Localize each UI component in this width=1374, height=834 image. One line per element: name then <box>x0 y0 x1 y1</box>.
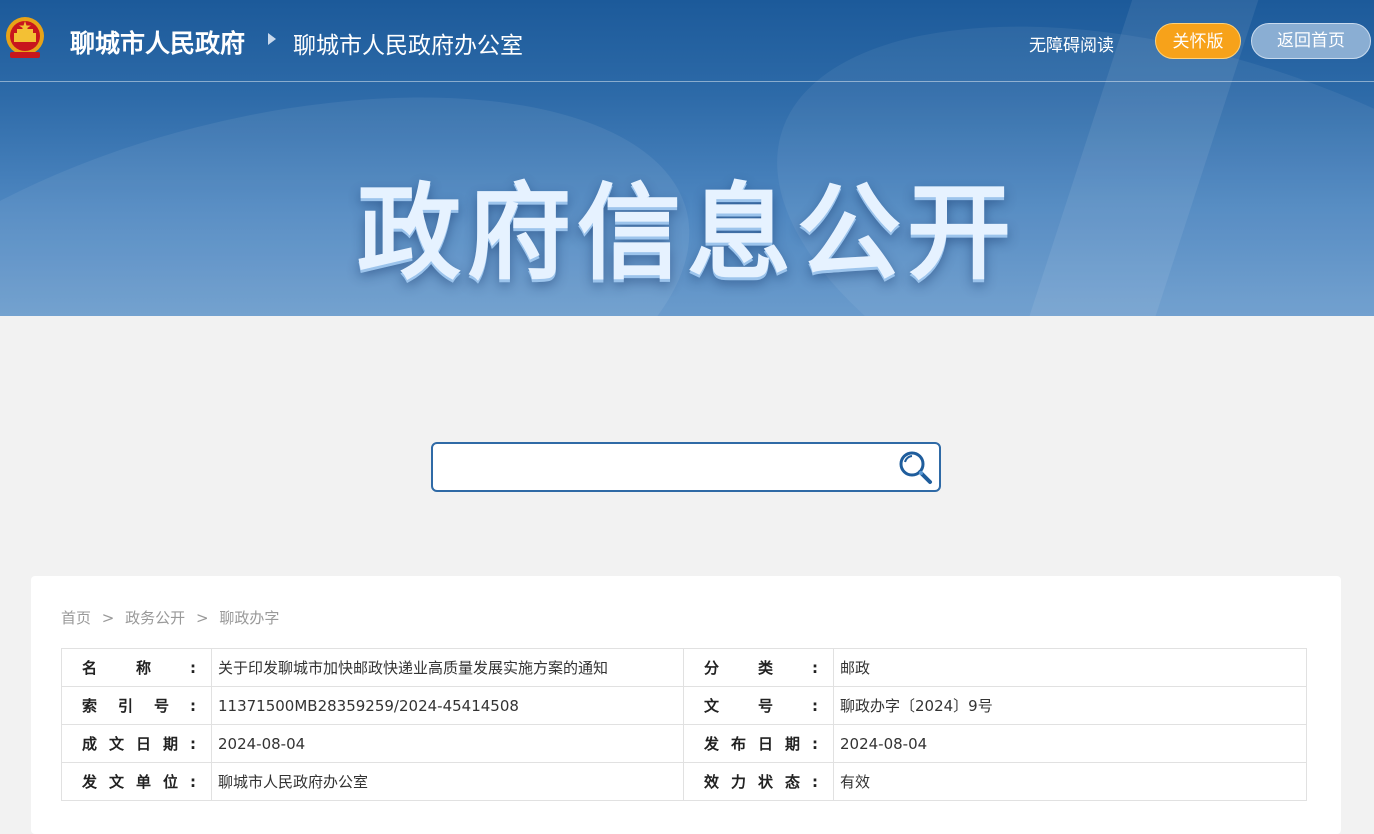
breadcrumb-separator: > <box>101 609 115 627</box>
page-title: 政府信息公开 <box>356 172 1017 294</box>
validity-status-value: 有效 <box>833 762 1307 801</box>
category-value: 邮政 <box>833 648 1307 687</box>
created-date-label: 成文日期: <box>61 724 212 763</box>
return-home-button[interactable]: 返回首页 <box>1251 23 1371 59</box>
breadcrumb-home[interactable]: 首页 <box>61 609 91 627</box>
search-input[interactable] <box>441 450 885 486</box>
issuer-value: 聊城市人民政府办公室 <box>211 762 684 801</box>
breadcrumb-document-type[interactable]: 聊政办字 <box>219 609 279 627</box>
table-row: 成文日期: 2024-08-04 发布日期: 2024-08-04 <box>61 724 1307 763</box>
table-row: 发文单位: 聊城市人民政府办公室 效力状态: 有效 <box>61 762 1307 801</box>
name-value: 关于印发聊城市加快邮政快递业高质量发展实施方案的通知 <box>211 648 684 687</box>
published-date-label: 发布日期: <box>683 724 834 763</box>
table-row: 名称: 关于印发聊城市加快邮政快递业高质量发展实施方案的通知 分类: 邮政 <box>61 648 1307 687</box>
national-emblem-icon[interactable] <box>4 16 46 60</box>
document-info-card: 首页 > 政务公开 > 聊政办字 名称: 关于印发聊城市加快邮政快递业高质量发展… <box>31 576 1341 834</box>
index-label: 索引号: <box>61 686 212 725</box>
table-row: 索引号: 11371500MB28359259/2024-45414508 文号… <box>61 686 1307 725</box>
office-name-link[interactable]: 聊城市人民政府办公室 <box>293 26 523 60</box>
site-name-link[interactable]: 聊城市人民政府 <box>70 24 245 60</box>
name-label: 名称: <box>61 648 212 687</box>
index-value: 11371500MB28359259/2024-45414508 <box>211 686 684 725</box>
care-version-button[interactable]: 关怀版 <box>1155 23 1241 59</box>
search-icon[interactable] <box>897 449 935 487</box>
top-bar: 聊城市人民政府 聊城市人民政府办公室 无障碍阅读 关怀版 返回首页 <box>0 0 1374 82</box>
document-info-table: 名称: 关于印发聊城市加快邮政快递业高质量发展实施方案的通知 分类: 邮政 索引… <box>61 648 1307 801</box>
published-date-value: 2024-08-04 <box>833 724 1307 763</box>
accessibility-reading-link[interactable]: 无障碍阅读 <box>1029 31 1114 56</box>
issuer-label: 发文单位: <box>61 762 212 801</box>
caret-right-icon <box>268 33 276 45</box>
document-number-value: 聊政办字〔2024〕9号 <box>833 686 1307 725</box>
category-label: 分类: <box>683 648 834 687</box>
created-date-value: 2024-08-04 <box>211 724 684 763</box>
search-bar <box>431 442 941 492</box>
header-banner: 聊城市人民政府 聊城市人民政府办公室 无障碍阅读 关怀版 返回首页 政府信息公开 <box>0 0 1374 316</box>
document-number-label: 文号: <box>683 686 834 725</box>
breadcrumb: 首页 > 政务公开 > 聊政办字 <box>61 607 279 628</box>
validity-status-label: 效力状态: <box>683 762 834 801</box>
breadcrumb-government-affairs[interactable]: 政务公开 <box>125 609 185 627</box>
breadcrumb-separator: > <box>195 609 209 627</box>
